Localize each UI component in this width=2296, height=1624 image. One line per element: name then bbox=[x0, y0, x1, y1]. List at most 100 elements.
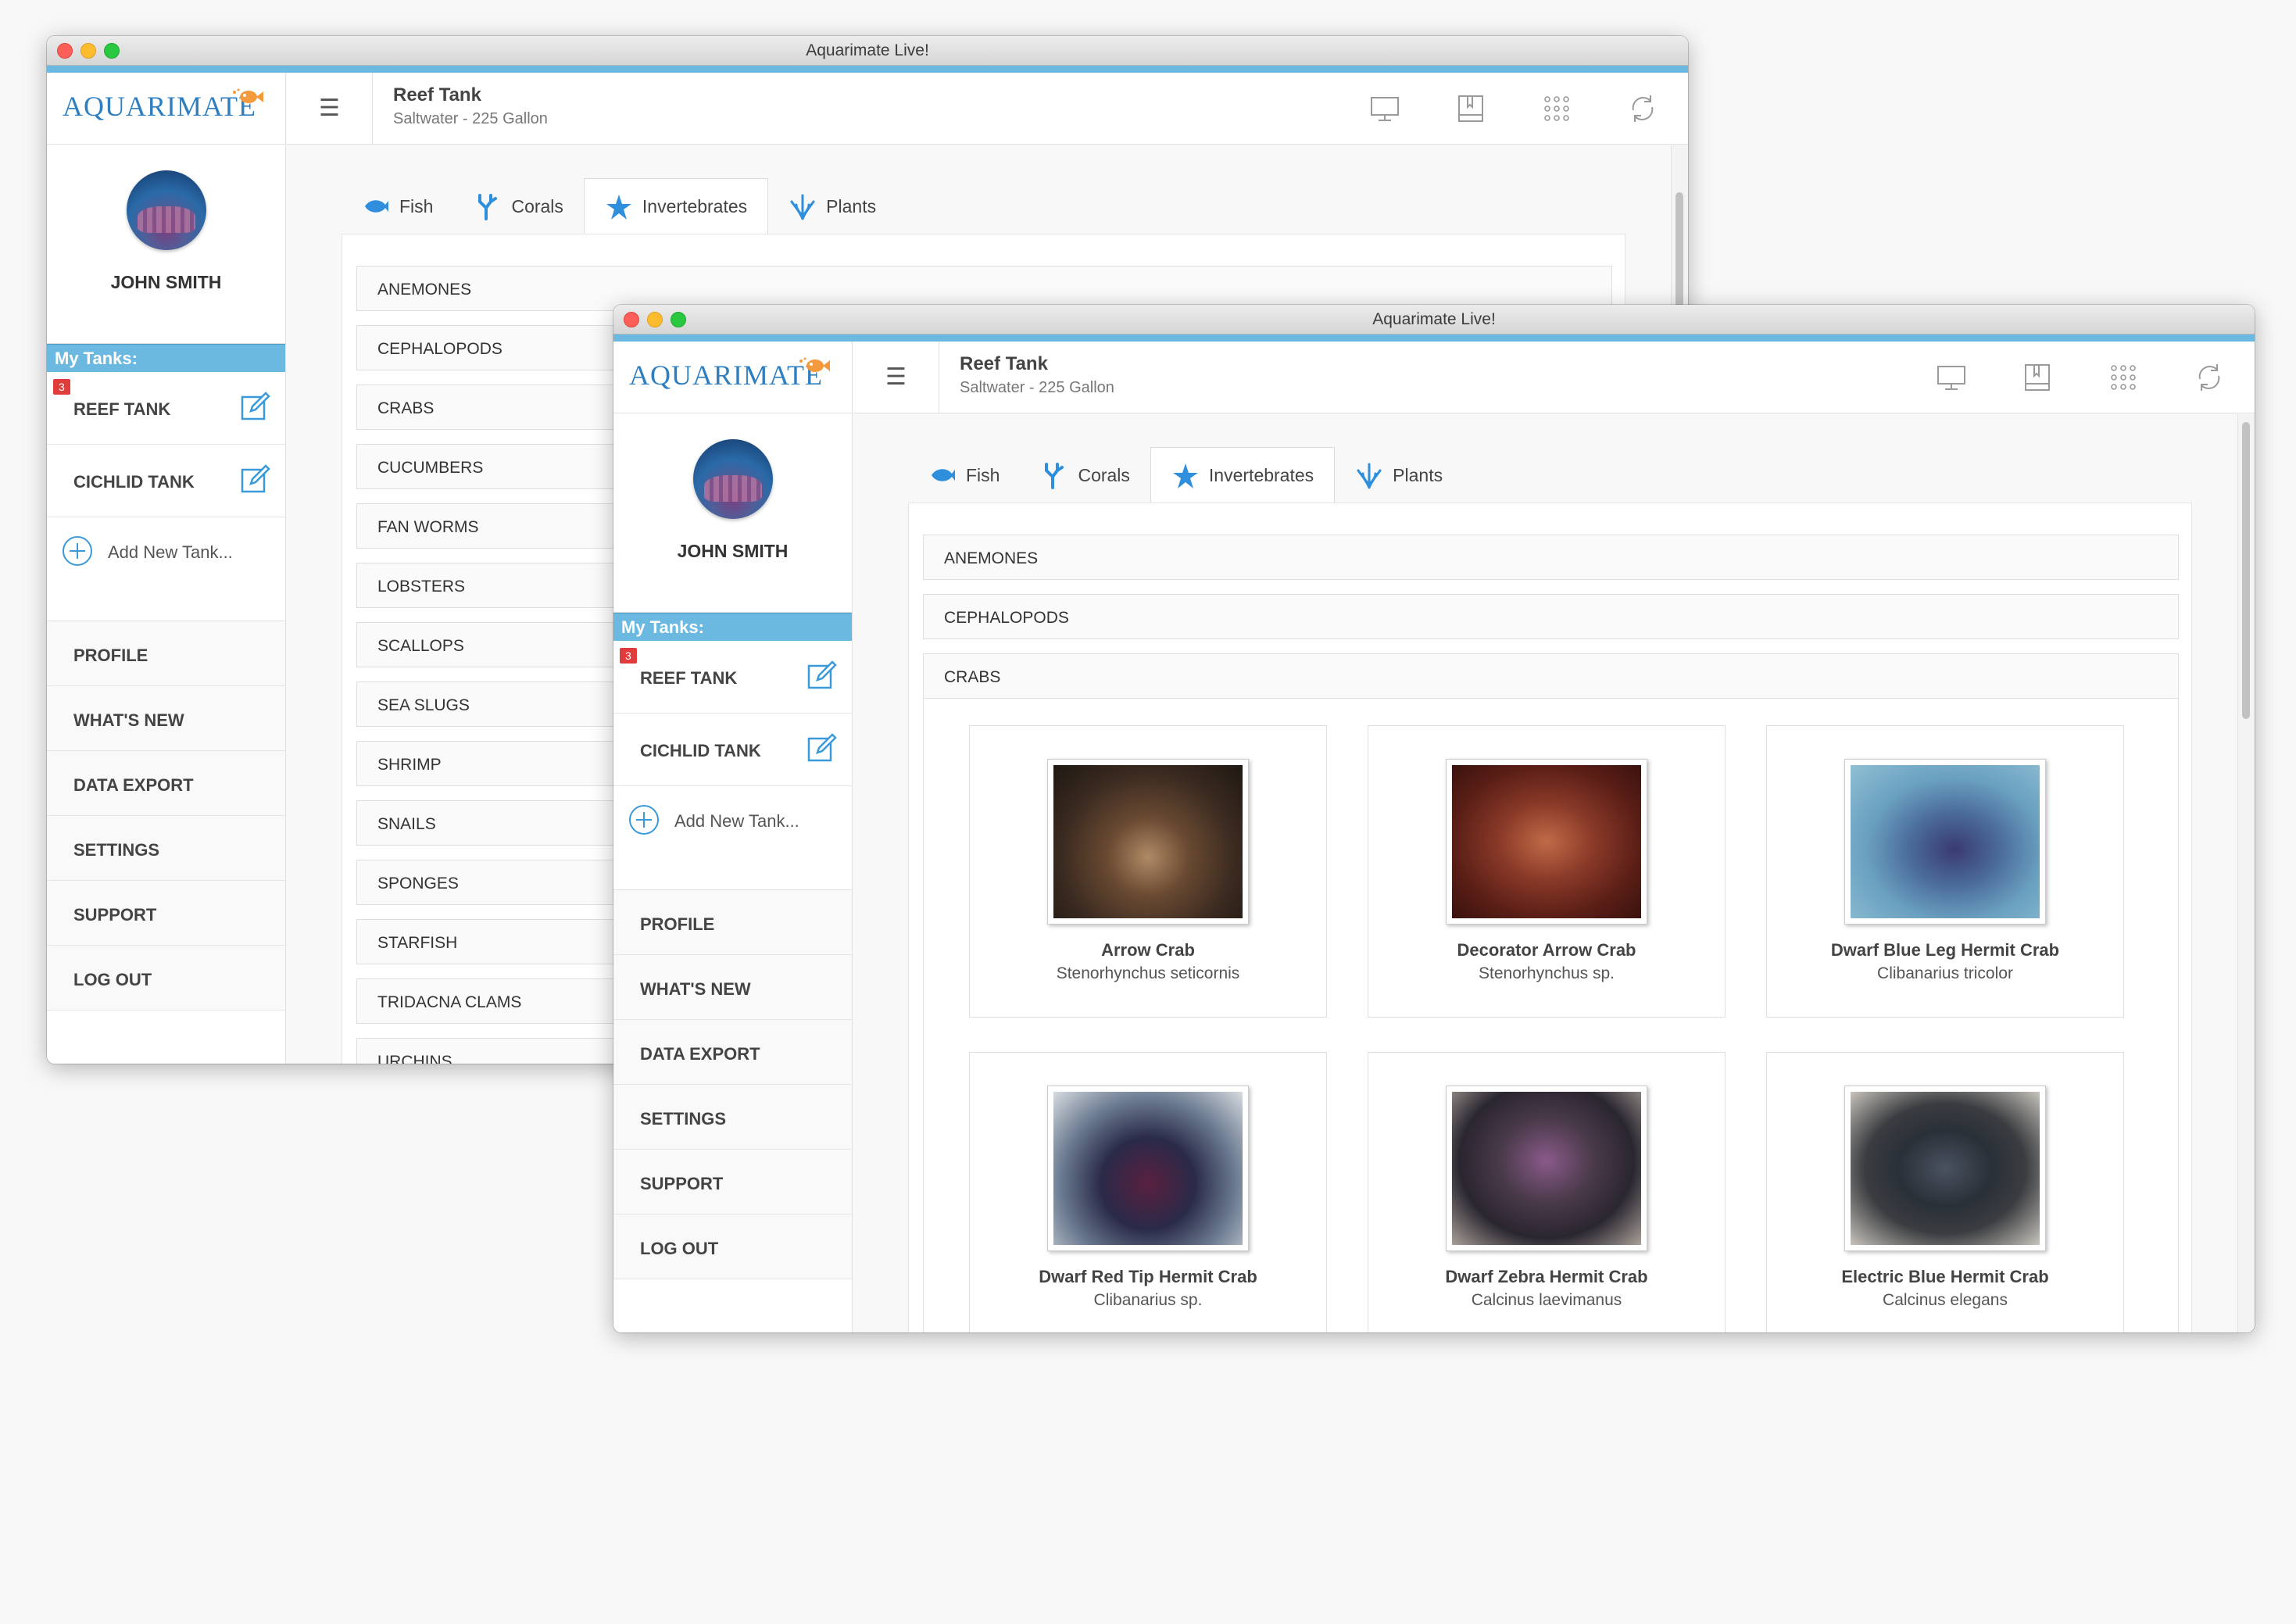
menu-item-profile[interactable]: PROFILE bbox=[613, 890, 852, 955]
tank-title: Reef Tank bbox=[960, 353, 1048, 374]
main-content: Fish Corals Invertebrates Plants ANEMONE… bbox=[853, 414, 2255, 1332]
add-circle-icon bbox=[63, 536, 92, 566]
app-logo[interactable]: AQUARIMATE bbox=[47, 73, 285, 145]
tab-label: Invertebrates bbox=[1208, 465, 1314, 485]
close-window-button[interactable] bbox=[624, 312, 639, 327]
hamburger-menu-icon[interactable]: ☰ bbox=[287, 73, 373, 145]
species-photo bbox=[1844, 1086, 2046, 1251]
tab-plants[interactable]: Plants bbox=[768, 178, 896, 234]
tab-plants[interactable]: Plants bbox=[1335, 447, 1463, 503]
species-photo bbox=[1446, 1086, 1647, 1251]
add-new-tank-button[interactable]: Add New Tank... bbox=[47, 517, 285, 621]
avatar[interactable] bbox=[126, 170, 206, 250]
tank-subtitle: Saltwater - 225 Gallon bbox=[393, 110, 548, 127]
title-bar[interactable]: Aquarimate Live! bbox=[613, 305, 2255, 334]
sidebar: AQUARIMATE JOHN SMITH My Tanks: 3 REEF T… bbox=[47, 73, 286, 1064]
menu-item-log-out[interactable]: LOG OUT bbox=[613, 1214, 852, 1279]
add-tank-label: Add New Tank... bbox=[108, 542, 233, 562]
edit-icon[interactable] bbox=[240, 463, 271, 495]
category-list-panel: ANEMONES CEPHALOPODS CRABS Arrow Crab St… bbox=[908, 503, 2192, 1332]
monitor-icon[interactable] bbox=[1369, 93, 1400, 124]
menu-item-settings[interactable]: SETTINGS bbox=[47, 816, 285, 881]
app-window-front[interactable]: Aquarimate Live! AQUARIMATE JOHN SMITH M… bbox=[613, 305, 2255, 1332]
tab-label: Fish bbox=[399, 195, 434, 216]
zoom-window-button[interactable] bbox=[671, 312, 686, 327]
species-card[interactable]: Arrow Crab Stenorhynchus seticornis bbox=[969, 725, 1327, 1018]
zoom-window-button[interactable] bbox=[104, 43, 120, 59]
user-name: JOHN SMITH bbox=[110, 272, 222, 292]
minimize-window-button[interactable] bbox=[647, 312, 663, 327]
grid-icon[interactable] bbox=[2108, 362, 2139, 393]
species-card[interactable]: Dwarf Red Tip Hermit Crab Clibanarius sp… bbox=[969, 1052, 1327, 1332]
grid-icon[interactable] bbox=[1541, 93, 1572, 124]
crab-card-grid: Arrow Crab Stenorhynchus seticornis Deco… bbox=[923, 699, 2179, 1332]
tank-label: REEF TANK bbox=[73, 399, 171, 419]
monitor-icon[interactable] bbox=[1936, 362, 1967, 393]
species-scientific-name: Calcinus laevimanus bbox=[1471, 1291, 1622, 1309]
species-card[interactable]: Dwarf Zebra Hermit Crab Calcinus laevima… bbox=[1368, 1052, 1726, 1332]
tab-fish[interactable]: Fish bbox=[908, 447, 1020, 503]
sidebar-item-cichlid-tank[interactable]: CICHLID TANK bbox=[613, 714, 852, 786]
species-photo bbox=[1047, 1086, 1249, 1251]
menu-item-data-export[interactable]: DATA EXPORT bbox=[613, 1020, 852, 1085]
title-bar[interactable]: Aquarimate Live! bbox=[47, 36, 1688, 66]
avatar[interactable] bbox=[692, 439, 773, 519]
hamburger-menu-icon[interactable]: ☰ bbox=[853, 342, 939, 413]
book-icon[interactable] bbox=[2022, 362, 2053, 393]
tab-corals[interactable]: Corals bbox=[453, 178, 583, 234]
accent-bar bbox=[613, 334, 2255, 342]
sidebar-item-reef-tank[interactable]: 3 REEF TANK bbox=[47, 372, 285, 445]
notification-badge: 3 bbox=[53, 379, 70, 395]
book-icon[interactable] bbox=[1455, 93, 1486, 124]
menu-item-log-out[interactable]: LOG OUT bbox=[47, 946, 285, 1011]
menu-item-data-export[interactable]: DATA EXPORT bbox=[47, 751, 285, 816]
menu-item-whats-new[interactable]: WHAT'S NEW bbox=[613, 955, 852, 1020]
minimize-window-button[interactable] bbox=[80, 43, 96, 59]
tab-fish[interactable]: Fish bbox=[342, 178, 453, 234]
accordion-anemones[interactable]: ANEMONES bbox=[923, 535, 2179, 580]
edit-icon[interactable] bbox=[806, 732, 838, 764]
tab-corals[interactable]: Corals bbox=[1020, 447, 1150, 503]
accordion-crabs[interactable]: CRABS bbox=[923, 653, 2179, 699]
species-name: Dwarf Blue Leg Hermit Crab bbox=[1830, 940, 2060, 960]
scroll-thumb[interactable] bbox=[2242, 422, 2250, 719]
tab-invertebrates[interactable]: Invertebrates bbox=[583, 178, 769, 234]
tank-label: CICHLID TANK bbox=[640, 741, 761, 760]
starfish-icon bbox=[1172, 463, 1198, 488]
edit-icon[interactable] bbox=[240, 391, 271, 422]
top-bar: ☰ Reef Tank Saltwater - 225 Gallon bbox=[287, 73, 1688, 145]
tab-label: Invertebrates bbox=[642, 196, 748, 216]
top-bar: ☰ Reef Tank Saltwater - 225 Gallon bbox=[853, 342, 2255, 413]
fish-icon bbox=[365, 200, 388, 213]
close-window-button[interactable] bbox=[57, 43, 73, 59]
sync-icon[interactable] bbox=[2194, 362, 2225, 393]
species-name: Dwarf Zebra Hermit Crab bbox=[1445, 1267, 1648, 1286]
sidebar-item-cichlid-tank[interactable]: CICHLID TANK bbox=[47, 445, 285, 517]
app-logo[interactable]: AQUARIMATE bbox=[613, 342, 852, 413]
menu-item-profile[interactable]: PROFILE bbox=[47, 621, 285, 686]
add-tank-label: Add New Tank... bbox=[674, 811, 799, 831]
menu-item-whats-new[interactable]: WHAT'S NEW bbox=[47, 686, 285, 751]
species-card[interactable]: Electric Blue Hermit Crab Calcinus elega… bbox=[1766, 1052, 2124, 1332]
tab-invertebrates[interactable]: Invertebrates bbox=[1150, 447, 1336, 503]
accordion-cephalopods[interactable]: CEPHALOPODS bbox=[923, 594, 2179, 639]
user-name: JOHN SMITH bbox=[677, 541, 789, 561]
edit-icon[interactable] bbox=[806, 660, 838, 691]
species-card[interactable]: Dwarf Blue Leg Hermit Crab Clibanarius t… bbox=[1766, 725, 2124, 1018]
menu-item-support[interactable]: SUPPORT bbox=[613, 1150, 852, 1214]
scrollbar[interactable] bbox=[2237, 414, 2255, 1332]
species-name: Decorator Arrow Crab bbox=[1457, 940, 1636, 960]
tank-label: REEF TANK bbox=[640, 668, 738, 688]
add-new-tank-button[interactable]: Add New Tank... bbox=[613, 786, 852, 890]
menu-item-support[interactable]: SUPPORT bbox=[47, 881, 285, 946]
species-photo bbox=[1047, 759, 1249, 925]
sidebar-item-reef-tank[interactable]: 3 REEF TANK bbox=[613, 641, 852, 714]
profile-section: JOHN SMITH bbox=[47, 170, 285, 344]
menu-item-settings[interactable]: SETTINGS bbox=[613, 1085, 852, 1150]
tab-label: Corals bbox=[511, 195, 563, 216]
species-scientific-name: Stenorhynchus sp. bbox=[1479, 964, 1615, 982]
species-card[interactable]: Decorator Arrow Crab Stenorhynchus sp. bbox=[1368, 725, 1726, 1018]
tank-subtitle: Saltwater - 225 Gallon bbox=[960, 379, 1114, 396]
species-scientific-name: Calcinus elegans bbox=[1883, 1291, 2008, 1309]
sync-icon[interactable] bbox=[1627, 93, 1658, 124]
